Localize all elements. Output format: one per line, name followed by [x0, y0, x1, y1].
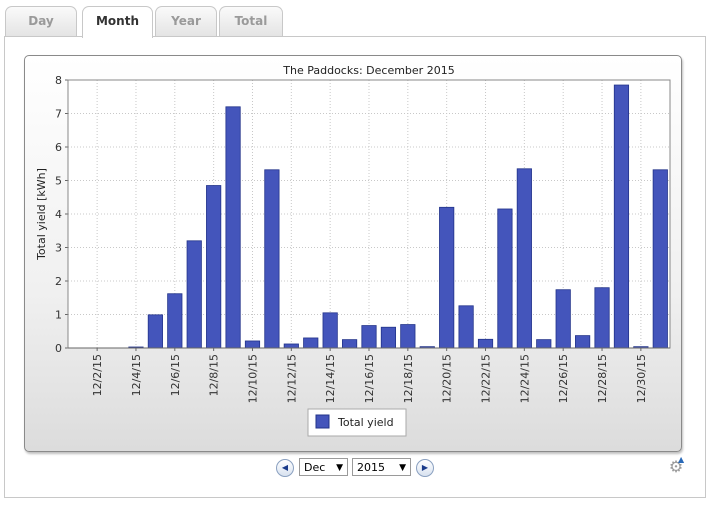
bar: [594, 287, 610, 349]
x-tick-label: 12/2/15: [91, 354, 104, 396]
bar: [652, 169, 668, 349]
bar: [536, 339, 552, 349]
y-tick-label: 6: [55, 141, 62, 154]
bar: [613, 84, 630, 349]
y-tick-label: 5: [55, 175, 62, 188]
tab-total[interactable]: Total: [219, 6, 283, 36]
next-month-button[interactable]: ▶: [416, 459, 434, 477]
bar: [458, 305, 474, 349]
bar: [264, 169, 280, 349]
x-tick-label: 12/30/15: [635, 354, 648, 403]
bar: [555, 289, 571, 349]
x-tick-label: 12/8/15: [208, 354, 221, 396]
tab-month[interactable]: Month: [82, 6, 153, 38]
bar: [575, 335, 591, 349]
y-tick-label: 4: [55, 208, 62, 221]
chart-title: The Paddocks: December 2015: [282, 64, 454, 77]
bar: [206, 185, 222, 349]
bar: [244, 340, 261, 349]
x-tick-label: 12/12/15: [285, 354, 298, 403]
yield-chart: 0 1 2 3 4 5 6 7 8 12/2/15 12/4/15 12/6/15 12/8/15 12/…: [35, 64, 671, 437]
y-tick-label: 3: [55, 242, 62, 255]
y-axis-label: Total yield [kWh]: [35, 168, 48, 261]
bar: [186, 240, 202, 349]
bar: [322, 312, 338, 349]
bar: [167, 293, 183, 349]
bar: [225, 106, 241, 349]
x-tick-label: 12/4/15: [130, 354, 143, 396]
tab-day[interactable]: Day: [5, 6, 77, 36]
x-tick-label: 12/10/15: [246, 354, 259, 403]
chevron-down-icon: ▼: [336, 463, 343, 473]
y-tick-label: 1: [55, 309, 62, 322]
x-tick-label: 12/6/15: [169, 354, 182, 396]
y-tick-label: 0: [55, 342, 62, 355]
chevron-left-icon: ◀: [281, 463, 289, 472]
legend-label: Total yield: [337, 416, 394, 429]
x-tick-label: 12/18/15: [402, 354, 415, 403]
bar: [283, 343, 299, 349]
bar: [400, 324, 416, 349]
bar: [380, 326, 397, 349]
year-select-value: 2015: [357, 461, 385, 474]
bar: [303, 337, 319, 349]
bar: [497, 208, 513, 349]
bar: [147, 314, 163, 349]
month-select[interactable]: Dec ▼: [299, 458, 348, 476]
chevron-right-icon: ▶: [421, 463, 429, 472]
y-tick-label: 8: [55, 74, 62, 87]
prev-month-button[interactable]: ◀: [276, 459, 294, 477]
x-tick-label: 12/14/15: [324, 354, 337, 403]
y-tick-label: 2: [55, 275, 62, 288]
month-select-value: Dec: [304, 461, 326, 474]
tab-year[interactable]: Year: [155, 6, 217, 36]
bar: [477, 338, 494, 349]
year-select[interactable]: 2015 ▼: [352, 458, 411, 476]
bar: [341, 339, 358, 349]
y-tick-label: 7: [55, 108, 62, 121]
x-tick-label: 12/22/15: [480, 354, 493, 403]
bar: [361, 325, 377, 349]
x-tick-label: 12/28/15: [596, 354, 609, 403]
bar: [516, 168, 532, 349]
chart-frame: 0 1 2 3 4 5 6 7 8 12/2/15 12/4/15 12/6/15 12/8/15 12/…: [24, 55, 682, 452]
chevron-down-icon: ▼: [399, 463, 406, 473]
x-tick-label: 12/26/15: [557, 354, 570, 403]
legend-swatch: [315, 414, 330, 429]
x-tick-label: 12/16/15: [363, 354, 376, 403]
x-tick-label: 12/20/15: [441, 354, 454, 403]
bar: [439, 206, 455, 349]
caret-up-icon: ▲: [678, 455, 685, 464]
x-tick-label: 12/24/15: [518, 354, 531, 403]
